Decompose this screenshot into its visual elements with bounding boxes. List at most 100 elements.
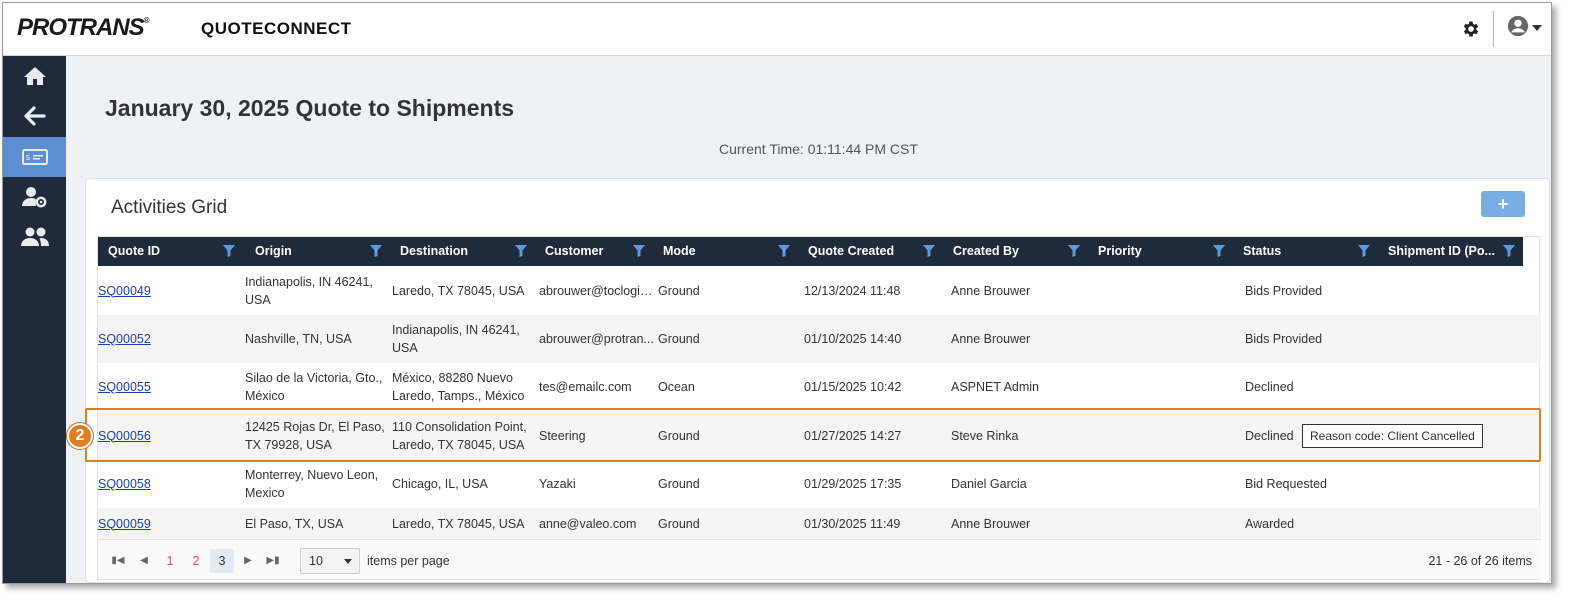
column-header-label: Destination (400, 244, 469, 258)
filter-icon[interactable] (370, 245, 382, 257)
sidebar-item-user-settings[interactable] (3, 177, 66, 217)
next-page-icon[interactable]: ▶ (238, 549, 258, 573)
column-header[interactable]: Customer (535, 237, 653, 266)
page-2[interactable]: 2 (184, 549, 208, 573)
filter-icon[interactable] (1068, 245, 1080, 257)
quote-id-link[interactable]: SQ00059 (98, 515, 151, 533)
sidebar-item-home[interactable] (3, 56, 66, 96)
quote-id-link[interactable]: SQ00052 (98, 330, 151, 348)
cell-quote-id[interactable]: SQ00049 (98, 266, 238, 315)
protrans-logo[interactable]: PROTRANS® (17, 14, 150, 42)
toolbar-divider (1493, 11, 1494, 47)
page-size-value: 10 (309, 554, 323, 568)
filter-icon[interactable] (223, 245, 235, 257)
filter-icon[interactable] (515, 245, 527, 257)
table-row[interactable]: SQ00055 Silao de la Victoria, Gto., Méxic… (98, 363, 1541, 411)
column-header[interactable]: Quote Created (798, 237, 943, 266)
column-header-label: Mode (663, 244, 696, 258)
column-header-label: Priority (1098, 244, 1142, 258)
top-bar: PROTRANS® QUOTECONNECT (3, 3, 1551, 56)
column-header[interactable]: Origin (245, 237, 390, 266)
cell-mode: Ground (658, 460, 798, 508)
cell-shipment-id (1388, 363, 1528, 411)
cell-text: 01/27/2025 14:27 (804, 428, 902, 443)
table-row[interactable]: SQ00059 El Paso, TX, USA Laredo, TX 78045,… (98, 508, 1541, 539)
sidebar-item-quotes[interactable]: $ (3, 137, 66, 177)
filter-icon[interactable] (778, 245, 790, 257)
quote-id-link[interactable]: SQ00058 (98, 475, 151, 493)
cell-customer: Steering (539, 411, 654, 460)
cell-origin: Silao de la Victoria, Gto., México (245, 363, 385, 411)
column-header[interactable]: Quote ID (98, 237, 243, 266)
page-1[interactable]: 1 (158, 549, 182, 573)
cell-quote-id[interactable]: SQ00059 (98, 508, 238, 539)
cell-quote-created: 01/30/2025 11:49 (804, 508, 944, 539)
user-avatar-icon[interactable] (1507, 15, 1529, 37)
cell-text: Steering (539, 428, 586, 443)
quote-id-link[interactable]: SQ00055 (98, 378, 151, 396)
filter-icon[interactable] (1503, 245, 1515, 257)
column-header[interactable]: Destination (390, 237, 535, 266)
cell-text: 01/29/2025 17:35 (804, 477, 902, 491)
cell-created-by: Anne Brouwer (951, 266, 1091, 315)
cell-text: Bid Requested (1245, 477, 1328, 491)
cell-text: Bids Provided (1245, 332, 1323, 346)
cell-text: 12/13/2024 11:48 (804, 283, 901, 298)
table-row[interactable]: SQ00056 12425 Rojas Dr, El Paso, TX 79928… (98, 411, 1541, 460)
page-title: January 30, 2025 Quote to Shipments (105, 95, 515, 121)
current-time: Current Time: 01:11:44 PM CST (719, 141, 918, 157)
page-3[interactable]: 3 (210, 549, 234, 573)
filter-icon[interactable] (1358, 245, 1370, 257)
quote-id-link[interactable]: SQ00049 (98, 282, 151, 300)
cell-quote-created: 01/10/2025 14:40 (804, 315, 944, 363)
table-row[interactable]: SQ00058 Monterrey, Nuevo Leon, Mexico Chic… (98, 460, 1541, 508)
column-header-label: Status (1243, 244, 1282, 258)
page-size-select[interactable]: 10 (300, 548, 360, 574)
last-page-icon[interactable]: ▶▮ (263, 549, 283, 573)
first-page-icon[interactable]: ▮◀ (108, 549, 128, 573)
arrow-left-icon (23, 106, 46, 126)
table-row[interactable]: SQ00049 Indianapolis, IN 46241, USA Laredo… (98, 266, 1541, 315)
prev-page-icon[interactable]: ◀ (134, 549, 154, 573)
filter-icon[interactable] (923, 245, 935, 257)
cell-customer: tes@emailc.com (539, 363, 654, 411)
add-button[interactable]: + (1481, 191, 1525, 217)
home-icon (23, 67, 46, 85)
quote-id-link[interactable]: SQ00056 (98, 427, 151, 445)
cell-text: 01/10/2025 14:40 (804, 332, 902, 346)
cell-quote-id[interactable]: SQ00058 (98, 460, 238, 508)
cell-created-by: ASPNET Admin (951, 363, 1091, 411)
pager: ▮◀ ◀ 1 2 3 ▶ ▶▮ 10 items per page 21 - 2… (98, 539, 1541, 579)
cell-priority (1098, 508, 1238, 539)
cell-quote-id[interactable]: SQ00052 (98, 315, 238, 363)
gear-icon[interactable] (1461, 19, 1481, 39)
grid-title: Activities Grid (111, 197, 228, 218)
sidebar-item-users[interactable] (3, 217, 66, 257)
cell-origin: Indianapolis, IN 46241, USA (245, 266, 385, 315)
column-header[interactable]: Priority (1088, 237, 1233, 266)
reason-code-tooltip: Reason code: Client Cancelled (1302, 423, 1483, 448)
filter-icon[interactable] (633, 245, 645, 257)
sidebar-item-back[interactable] (3, 96, 66, 136)
column-header[interactable]: Shipment ID (Po... (1378, 237, 1523, 266)
cell-destination: Laredo, TX 78045, USA (392, 508, 532, 539)
cell-text: Nashville, TN, USA (245, 332, 352, 346)
column-header[interactable]: Mode (653, 237, 798, 266)
cell-text: Ocean (658, 380, 695, 394)
column-header[interactable]: Created By (943, 237, 1088, 266)
cell-created-by: Steve Rinka (951, 411, 1091, 460)
chevron-down-icon[interactable] (1532, 25, 1542, 31)
cell-quote-id[interactable]: SQ00056 (98, 411, 238, 460)
column-header[interactable]: Status (1233, 237, 1378, 266)
table-row[interactable]: SQ00052 Nashville, TN, USA Indianapolis, I… (98, 315, 1541, 363)
cell-destination: Laredo, TX 78045, USA (392, 266, 532, 315)
cell-text: Ground (658, 283, 700, 298)
cell-priority (1098, 315, 1238, 363)
cell-status: Bids Provided (1245, 315, 1385, 363)
cell-shipment-id (1388, 508, 1528, 539)
filter-icon[interactable] (1213, 245, 1225, 257)
cell-created-by: Daniel Garcia (951, 460, 1091, 508)
cell-quote-created: 12/13/2024 11:48 (804, 266, 944, 315)
cell-text: ASPNET Admin (951, 380, 1040, 394)
cell-quote-id[interactable]: SQ00055 (98, 363, 238, 411)
